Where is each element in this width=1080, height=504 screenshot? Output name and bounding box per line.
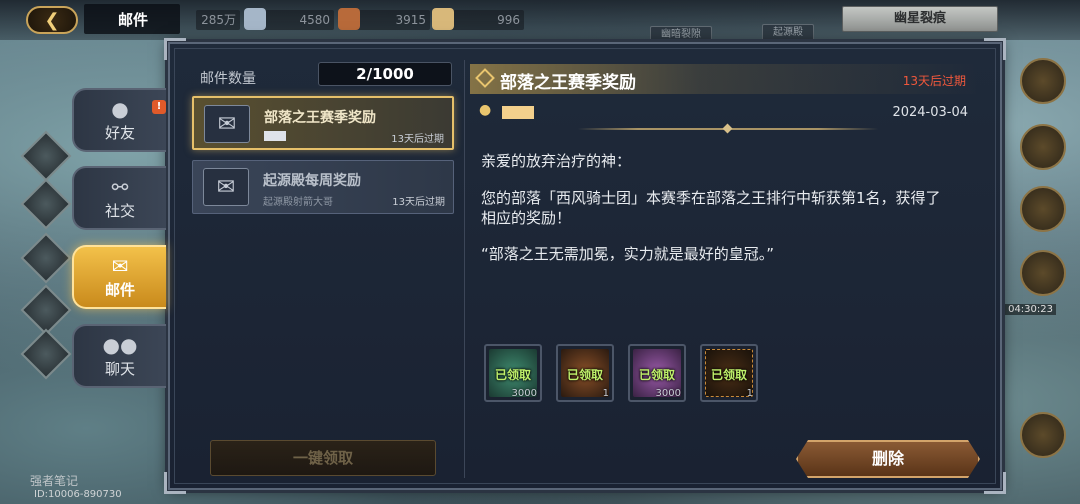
back-arrow-icon: ❮: [44, 9, 60, 31]
chat-icon: ●●: [102, 332, 138, 357]
reward-qty: 1: [746, 388, 753, 399]
resource-gold-value: 285万: [201, 13, 236, 27]
list-item[interactable]: ✉ 起源殿每周奖励 起源殿射箭大哥 13天后过期: [192, 160, 454, 214]
event-timer: 04:30:23: [1005, 304, 1056, 315]
delete-button[interactable]: 删除: [796, 440, 980, 478]
mail-icon: ✉: [111, 253, 129, 278]
reward-status: 已领取: [638, 368, 675, 382]
side-menu-icon[interactable]: [1020, 186, 1066, 232]
mail-count-label: 邮件数量: [200, 71, 256, 87]
location-plaque: 幽星裂痕: [842, 6, 998, 32]
claim-all-button[interactable]: 一键领取: [210, 440, 436, 476]
envelope-icon: ✉: [204, 105, 250, 143]
side-menu-icon[interactable]: [1020, 412, 1066, 458]
mail-list: 邮件数量 2/1000 ✉ 部落之王赛季奖励 13天后过期 ✉ 起源殿每周奖励 …: [190, 56, 458, 482]
mail-body-line1: 您的部落「西风骑士团」本赛季在部落之王排行中斩获第1名，获得了: [481, 189, 941, 207]
resource-ticket: 996: [432, 8, 524, 30]
resource-scroll: 3915: [338, 8, 430, 30]
reward-status: 已领取: [566, 368, 603, 382]
mail-body-line2: 相应的奖励！: [481, 209, 572, 227]
detail-title: 部落之王赛季奖励: [500, 73, 636, 93]
reward-status: 已领取: [494, 368, 531, 382]
strong-notes-label[interactable]: 强者笔记: [30, 472, 78, 489]
reward-item[interactable]: 已领取 3000: [484, 344, 542, 402]
reward-qty: 3000: [511, 388, 537, 399]
crystal-icon: [244, 8, 266, 30]
mail-item-sender: 起源殿射箭大哥: [263, 197, 333, 208]
column-divider: [464, 60, 465, 478]
window-title: 邮件: [84, 4, 180, 34]
tab-friends[interactable]: ● 好友 !: [72, 88, 166, 152]
mail-item-title: 部落之王赛季奖励: [264, 110, 376, 126]
mail-item-expire: 13天后过期: [392, 197, 445, 208]
scroll-icon: [338, 8, 360, 30]
panel-corner: [164, 472, 186, 494]
mail-item-expire: 13天后过期: [391, 134, 444, 145]
back-button[interactable]: ❮: [26, 6, 78, 34]
resource-scroll-value: 3915: [395, 13, 426, 27]
reward-qty: 1: [602, 388, 609, 399]
reward-status: 已领取: [710, 368, 747, 382]
side-menu-icon[interactable]: [1020, 124, 1066, 170]
tab-social-label: 社交: [104, 201, 135, 220]
diamond-icon: [475, 68, 495, 88]
mail-count-value: 2/1000: [318, 62, 452, 86]
sender-icon: ●: [479, 102, 492, 118]
resource-gold: 285万: [196, 10, 240, 30]
tab-chat-label: 聊天: [104, 359, 135, 378]
detail-date: 2024-03-04: [892, 105, 968, 120]
detail-expire: 13天后过期: [902, 74, 966, 88]
tab-social[interactable]: ⚯ 社交: [72, 166, 166, 230]
panel-corner: [984, 38, 1006, 60]
envelope-icon: ✉: [203, 168, 249, 206]
social-icon: ⚯: [111, 174, 129, 199]
player-id: ID:10006-890730: [34, 489, 122, 500]
mail-item-title: 起源殿每周奖励: [263, 173, 361, 189]
alert-badge: !: [152, 100, 166, 114]
reward-qty: 3000: [655, 388, 681, 399]
tab-mail-label: 邮件: [104, 280, 135, 299]
mail-greeting: 亲爱的放弃治疗的神：: [481, 152, 632, 170]
map-chip-origin: 起源殿: [762, 24, 814, 42]
tab-mail[interactable]: ✉ 邮件: [72, 245, 166, 309]
reward-item[interactable]: 已领取 1: [556, 344, 614, 402]
side-menu-icon[interactable]: [1020, 58, 1066, 104]
panel-corner: [164, 38, 186, 60]
detail-header: 部落之王赛季奖励 13天后过期: [470, 64, 980, 94]
resource-crystal: 4580: [244, 8, 334, 30]
reward-item[interactable]: 已领取 1: [700, 344, 758, 402]
resource-crystal-value: 4580: [299, 13, 330, 27]
ticket-icon: [432, 8, 454, 30]
reward-item[interactable]: 已领取 3000: [628, 344, 686, 402]
mail-sender-redacted: [264, 131, 286, 141]
friends-icon: ●: [111, 96, 129, 121]
list-item[interactable]: ✉ 部落之王赛季奖励 13天后过期: [192, 96, 454, 150]
tab-chat[interactable]: ●● 聊天: [72, 324, 166, 388]
side-menu-icon[interactable]: [1020, 250, 1066, 296]
tab-friends-label: 好友: [104, 123, 135, 142]
mail-quote: “部落之王无需加冕，实力就是最好的皇冠。”: [481, 245, 775, 263]
sender-name-redacted: [502, 106, 534, 119]
panel-corner: [984, 472, 1006, 494]
resource-ticket-value: 996: [497, 13, 520, 27]
